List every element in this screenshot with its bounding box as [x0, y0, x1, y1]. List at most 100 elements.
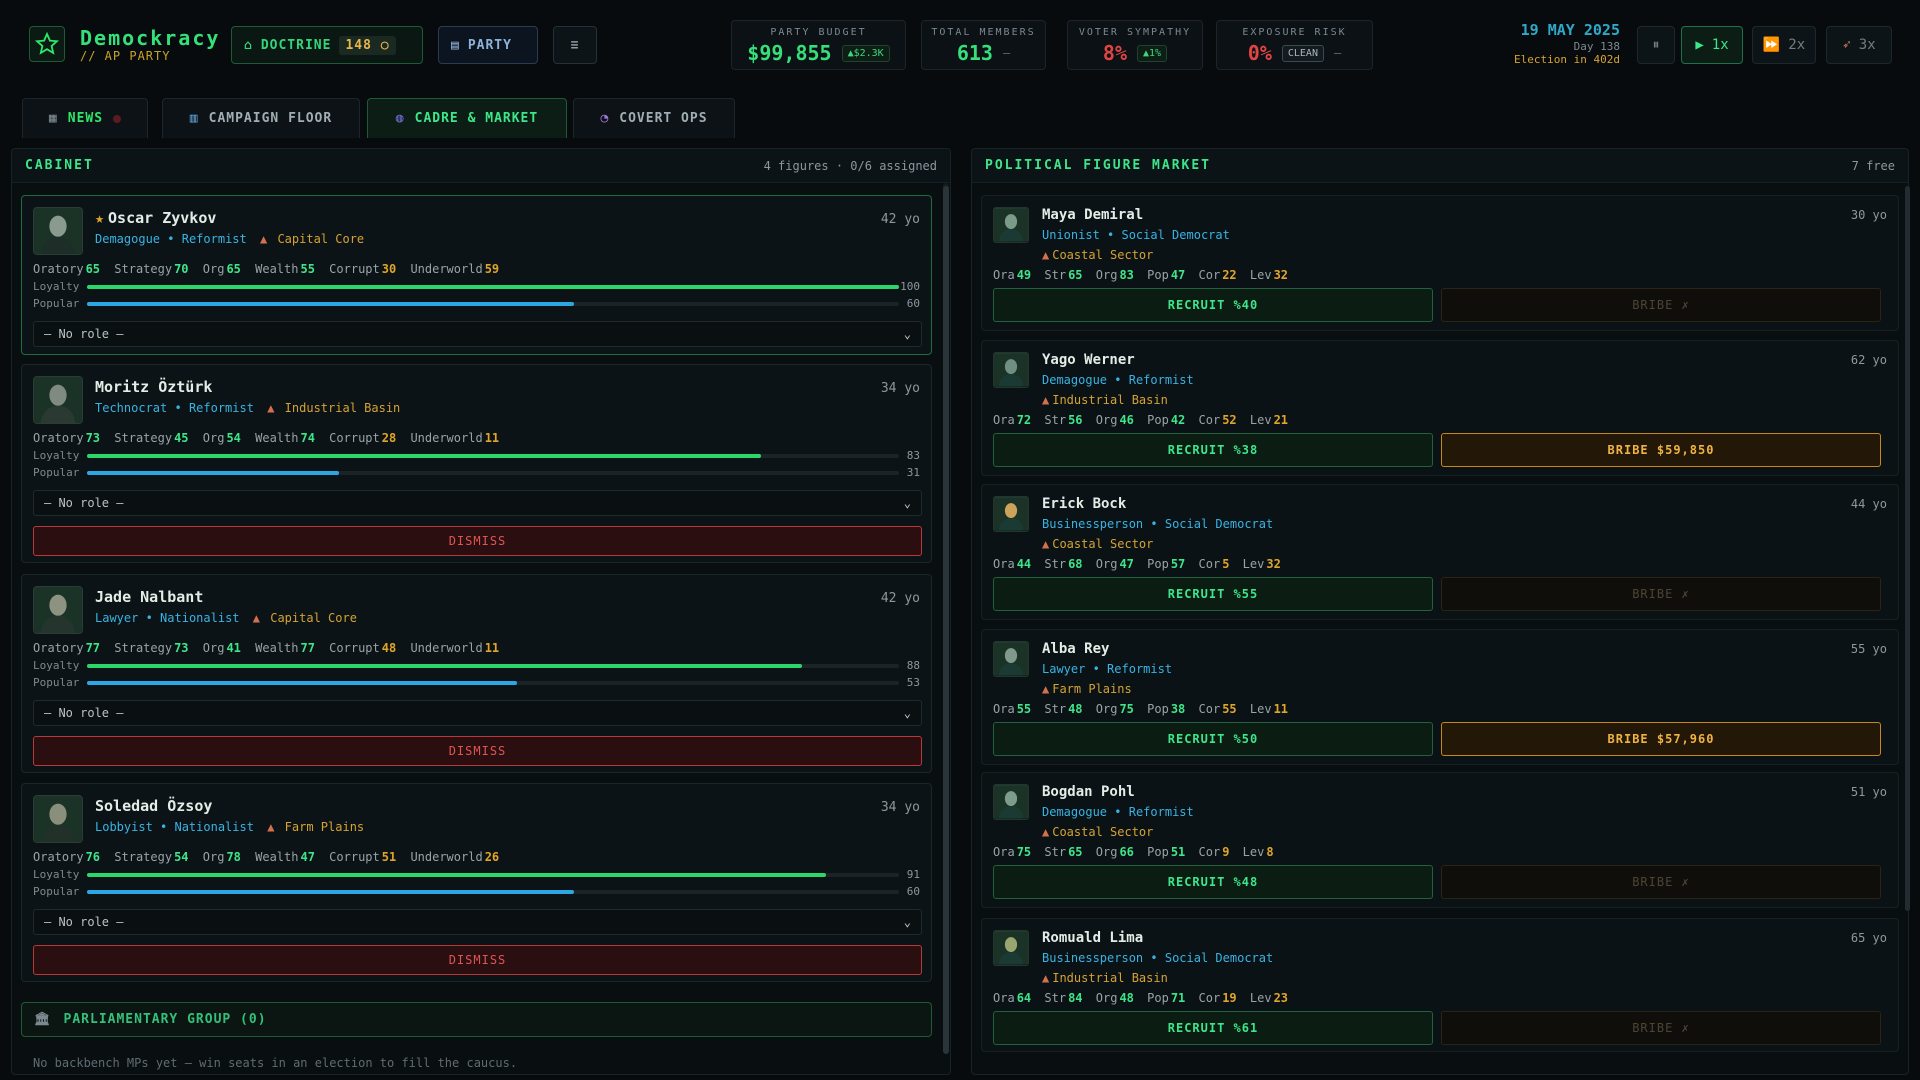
market-scrollbar[interactable]: [1905, 186, 1910, 911]
figure-ideology: Reformist: [1128, 805, 1194, 819]
avatar: [33, 795, 83, 843]
figure-ideology: Social Democrat: [1164, 517, 1274, 531]
recruit-button[interactable]: RECRUIT %55: [993, 577, 1433, 611]
popular-value: 53: [906, 676, 920, 689]
doctrine-button[interactable]: ⌂ DOCTRINE 148 ○: [231, 26, 423, 64]
cabinet-card[interactable]: Jade Nalbant 42 yo Lawyer • Nationalist …: [21, 574, 932, 773]
pause-button[interactable]: ⏸: [1637, 26, 1675, 64]
role-select[interactable]: — No role — ⌄: [33, 490, 922, 516]
loyalty-bar: [87, 873, 899, 877]
avatar: [993, 352, 1029, 388]
figure-tags: Unionist • Social Democrat: [1042, 228, 1230, 242]
bribe-button: BRIBE ✗: [1441, 865, 1881, 899]
menu-button[interactable]: ≡: [553, 26, 597, 64]
rocket-icon: ➶: [1842, 37, 1851, 53]
figure-age: 55 yo: [1850, 642, 1887, 656]
cabinet-card[interactable]: ★ Oscar Zyvkov 42 yo Demagogue • Reformis…: [21, 195, 932, 355]
cabinet-card[interactable]: Soledad Özsoy 34 yo Lobbyist • Nationali…: [21, 783, 932, 982]
bribe-button[interactable]: BRIBE $57,960: [1441, 722, 1881, 756]
recruit-button[interactable]: RECRUIT %40: [993, 288, 1433, 322]
recruit-button[interactable]: RECRUIT %38: [993, 433, 1433, 467]
cabinet-title: CABINET: [25, 158, 94, 173]
parliamentary-group-label: PARLIAMENTARY GROUP (0): [63, 1012, 267, 1027]
tab-label: CAMPAIGN FLOOR: [208, 111, 333, 126]
election-countdown: Election in 402d: [1514, 53, 1620, 66]
figure-type: Lawyer: [95, 611, 139, 625]
popular-value: 31: [906, 466, 920, 479]
stat-party-budget: PARTY BUDGET $99,855 ▲$2.3K: [731, 20, 906, 70]
role-select[interactable]: — No role — ⌄: [33, 321, 922, 347]
parliamentary-group-header[interactable]: 🏛 PARLIAMENTARY GROUP (0): [21, 1002, 932, 1037]
popular-label: Popular: [33, 466, 80, 479]
figure-name: Maya Demiral: [1042, 207, 1144, 223]
role-select-value: — No role —: [44, 327, 124, 341]
speed-1x-button[interactable]: ▶ 1x: [1681, 26, 1743, 64]
stat-total-members: TOTAL MEMBERS 613 –: [921, 20, 1046, 70]
figure-name: Yago Werner: [1042, 352, 1135, 368]
cabinet-card[interactable]: Moritz Öztürk 34 yo Technocrat • Reformi…: [21, 364, 932, 563]
bribe-button: BRIBE ✗: [1441, 288, 1881, 322]
figure-region: ▲ Coastal Sector: [1042, 537, 1154, 551]
dismiss-button[interactable]: DISMISS: [33, 526, 922, 556]
speed-2x-button[interactable]: ⏩ 2x: [1752, 26, 1816, 64]
figure-region: ▲ Farm Plains: [1042, 682, 1132, 696]
loyalty-value: 100: [900, 280, 920, 293]
newspaper-icon: ▦: [48, 111, 58, 126]
figure-tags: Businessperson • Social Democrat: [1042, 951, 1274, 965]
game-date: 19 MAY 2025 Day 138 Election in 402d: [1514, 21, 1620, 66]
figure-age: 42 yo: [880, 591, 920, 606]
dismiss-button[interactable]: DISMISS: [33, 736, 922, 766]
speed-2x-label: 2x: [1788, 37, 1806, 53]
avatar: [993, 496, 1029, 532]
cabinet-scrollbar-thumb[interactable]: [943, 186, 949, 1054]
market-title: POLITICAL FIGURE MARKET: [985, 158, 1212, 173]
recruit-button[interactable]: RECRUIT %50: [993, 722, 1433, 756]
figure-region: ▲ Industrial Basin: [1042, 393, 1168, 407]
role-select-value: — No role —: [44, 915, 124, 929]
figure-stats: Ora 44 Str 68 Org 47 Pop 57 Cor 5 Lev 32: [993, 557, 1281, 571]
loyalty-label: Loyalty: [33, 659, 80, 672]
avatar: [993, 207, 1029, 243]
role-select[interactable]: — No role — ⌄: [33, 909, 922, 935]
tab-label: NEWS: [67, 111, 104, 126]
figure-name: Erick Bock: [1042, 496, 1127, 512]
tab-cadre-market[interactable]: ◍ CADRE & MARKET: [367, 98, 567, 138]
tab-label: CADRE & MARKET: [414, 111, 539, 126]
region-icon: ▲: [1042, 682, 1050, 696]
chart-icon: ▥: [189, 111, 199, 126]
popular-fill: [87, 302, 575, 306]
app-title: Demockracy: [80, 26, 221, 50]
tab-campaign-floor[interactable]: ▥ CAMPAIGN FLOOR: [162, 98, 360, 138]
figure-ideology: Nationalist: [160, 611, 240, 625]
chevron-down-icon: ⌄: [903, 706, 911, 720]
region-icon: ▲: [1042, 248, 1050, 262]
figure-age: 51 yo: [1850, 785, 1887, 799]
popular-bar: [87, 890, 899, 894]
loyalty-bar: [87, 285, 899, 289]
sympathy-change-chip: ▲1%: [1137, 44, 1168, 62]
figure-stats: Oratory 76 Strategy 54 Org 78 Wealth 47 Corr…: [33, 850, 500, 864]
play-icon: ▶: [1695, 37, 1704, 53]
figure-type: Businessperson: [1042, 517, 1144, 531]
bribe-button[interactable]: BRIBE $59,850: [1441, 433, 1881, 467]
members-change: –: [1002, 46, 1011, 60]
pause-icon: ⏸: [1652, 37, 1660, 53]
loyalty-value: 88: [906, 659, 920, 672]
figure-tags: Lawyer • Nationalist ▲ Capital Core: [95, 611, 357, 625]
recruit-button[interactable]: RECRUIT %61: [993, 1011, 1433, 1045]
role-select[interactable]: — No role — ⌄: [33, 700, 922, 726]
clipboard-icon: ▤: [451, 37, 460, 53]
figure-name: Romuald Lima: [1042, 930, 1144, 946]
figure-name: ★ Oscar Zyvkov: [95, 209, 217, 227]
dismiss-button[interactable]: DISMISS: [33, 945, 922, 975]
figure-type: Lawyer: [1042, 662, 1086, 676]
region-icon: ▲: [1042, 537, 1050, 551]
popular-fill: [87, 890, 575, 894]
figure-stats: Oratory 73 Strategy 45 Org 54 Wealth 74 Corr…: [33, 431, 500, 445]
speed-3x-button[interactable]: ➶ 3x: [1826, 26, 1892, 64]
recruit-button[interactable]: RECRUIT %48: [993, 865, 1433, 899]
leader-star-icon: ★: [95, 209, 105, 227]
tab-covert-ops[interactable]: ◔ COVERT OPS: [573, 98, 735, 138]
tab-news[interactable]: ▦ NEWS: [22, 98, 148, 138]
party-button[interactable]: ▤ PARTY: [438, 26, 538, 64]
